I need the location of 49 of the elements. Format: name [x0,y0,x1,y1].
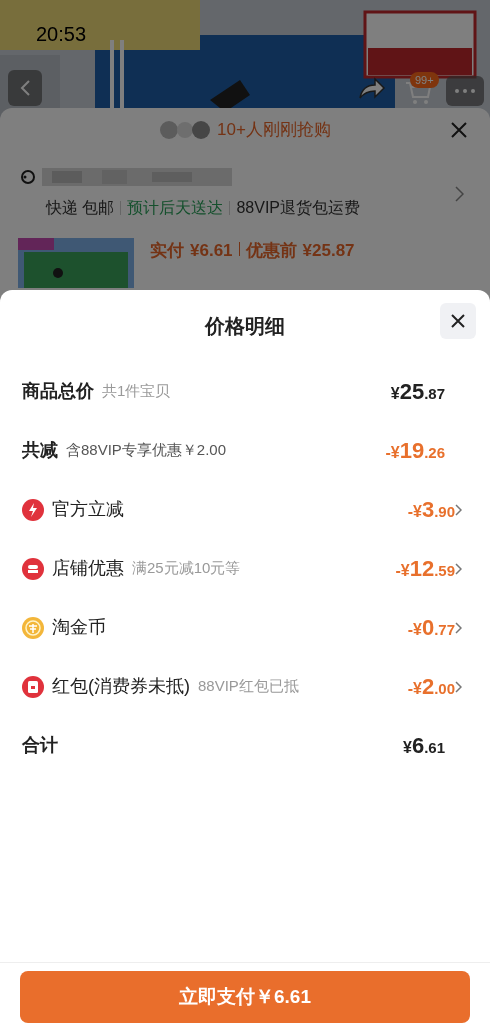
before-label: 优惠前 [245,240,297,262]
paid-label: 实付 [150,240,184,262]
coin-icon [22,616,44,639]
chevron-icon[interactable] [455,186,464,202]
row-label: 红包(消费券未抵) [52,675,190,698]
pay-button[interactable]: 立即支付￥6.61 [20,971,470,1023]
row-amount: -¥0.77 [407,614,455,642]
delivery-info: 88VIP退货包运费 [236,198,361,218]
cart-badge: 99+ [410,72,439,88]
row-amount: ¥25.87 [390,378,445,406]
sheet-title: 价格明细 [205,314,285,339]
avatar-group-icon [159,120,212,140]
close-icon [450,313,466,329]
delivery-info: 预计后天送达 [127,198,224,218]
back-icon [19,79,31,97]
more-icon [454,88,476,94]
more-button[interactable] [446,76,484,106]
row-note: 满25元减10元等 [132,558,241,579]
chevron-icon[interactable] [455,562,462,575]
row-label: 共减 [22,439,58,462]
close-icon[interactable] [450,121,468,139]
row-amount: -¥3.90 [407,496,455,524]
row-label: 淘金币 [52,616,106,639]
chevron-icon[interactable] [455,621,462,634]
before-price: ¥25.87 [302,240,355,262]
row-note: 共1件宝贝 [102,381,171,402]
chevron-icon[interactable] [455,680,462,693]
location-icon [20,169,36,185]
paid-price: ¥6.61 [190,240,233,262]
store-icon [22,557,44,580]
delivery-info: 快递 包邮 [46,198,115,218]
row-label: 合计 [22,734,58,757]
envelope-icon [22,675,44,698]
close-button[interactable] [440,303,476,339]
row-label: 官方立减 [52,498,124,521]
chevron-icon[interactable] [455,503,462,516]
row-label: 商品总价 [22,380,94,403]
row-note: 88VIP红包已抵 [198,676,299,697]
row-amount: -¥12.59 [395,555,455,583]
row-label: 店铺优惠 [52,557,124,580]
row-amount: ¥6.61 [403,732,445,760]
row-amount: -¥19.26 [385,437,445,465]
buyers-note: 10+人刚刚抢购 [217,119,331,142]
row-amount: -¥2.00 [407,673,455,701]
back-button[interactable] [8,70,42,106]
lightning-icon [22,498,44,521]
status-time: 20:53 [36,24,87,44]
row-note: 含88VIP专享优惠￥2.00 [66,440,227,461]
share-icon[interactable] [358,76,386,100]
